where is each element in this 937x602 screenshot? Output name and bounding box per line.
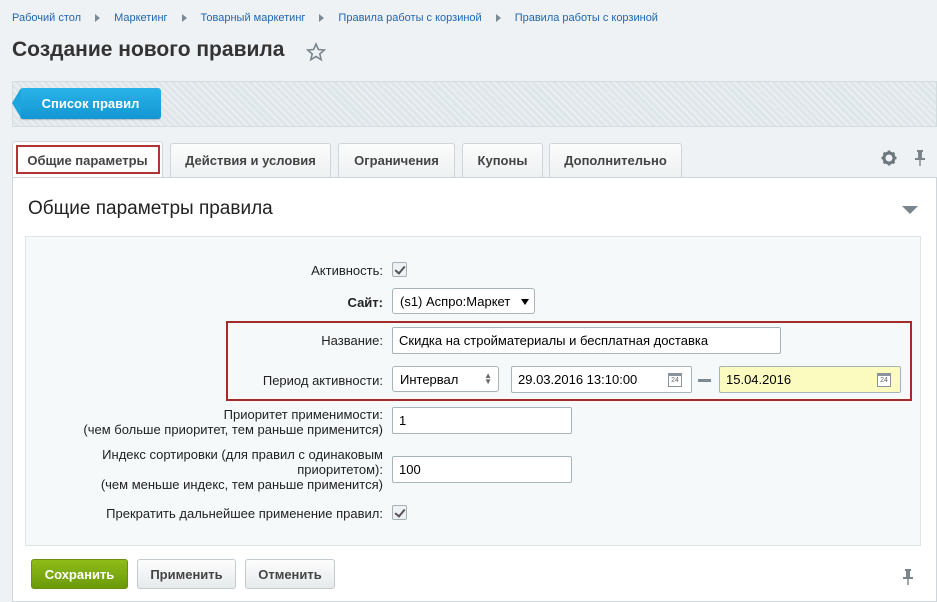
toolbar: Список правил: [12, 81, 937, 127]
name-label: Название:: [321, 333, 383, 348]
tab-general[interactable]: Общие параметры: [12, 141, 163, 178]
sort-label: Индекс сортировки (для правил с одинаков…: [101, 447, 383, 492]
tab-additional[interactable]: Дополнительно: [549, 143, 682, 177]
main-panel: Общие параметры правила Активность: Сайт…: [12, 177, 937, 602]
active-checkbox[interactable]: [392, 262, 407, 277]
tab-actions-conditions[interactable]: Действия и условия: [170, 143, 331, 177]
sort-label-line: приоритетом):: [297, 462, 383, 477]
tab-label: Действия и условия: [185, 153, 316, 168]
site-label: Сайт:: [347, 295, 383, 310]
gear-icon[interactable]: [881, 150, 897, 166]
priority-input[interactable]: 1: [392, 407, 572, 434]
calendar-icon[interactable]: 24: [877, 373, 891, 387]
dropdown-arrow-icon: [521, 299, 529, 305]
name-input[interactable]: Скидка на стройматериалы и бесплатная до…: [392, 327, 781, 354]
period-from-value: 29.03.2016 13:10:00: [518, 372, 638, 387]
breadcrumb-separator-icon: [181, 14, 187, 22]
site-select-value: (s1) Аспро:Маркет: [400, 293, 511, 309]
stop-further-checkbox[interactable]: [392, 505, 407, 520]
breadcrumb-separator-icon: [95, 14, 101, 22]
name-input-value: Скидка на стройматериалы и бесплатная до…: [399, 333, 709, 348]
breadcrumb-item[interactable]: Правила работы с корзиной: [515, 12, 658, 24]
stop-further-label: Прекратить дальнейшее применение правил:: [106, 506, 383, 521]
calendar-icon[interactable]: 24: [668, 373, 682, 387]
tab-bar: Общие параметры Действия и условия Огран…: [12, 141, 937, 178]
sort-hint: (чем меньше индекс, тем раньше применитс…: [100, 477, 383, 492]
site-select[interactable]: (s1) Аспро:Маркет: [392, 288, 535, 314]
cancel-button[interactable]: Отменить: [245, 559, 335, 589]
priority-label-line: Приоритет применимости:: [223, 407, 383, 422]
breadcrumb-separator-icon: [319, 14, 325, 22]
active-label: Активность:: [311, 263, 383, 278]
breadcrumb: Рабочий стол Маркетинг Товарный маркетин…: [12, 10, 658, 26]
breadcrumb-item[interactable]: Товарный маркетинг: [201, 12, 306, 24]
pin-icon[interactable]: [902, 569, 914, 585]
period-label: Период активности:: [262, 373, 383, 388]
period-from-input[interactable]: 29.03.2016 13:10:00 24: [511, 366, 692, 393]
rules-list-button[interactable]: Список правил: [12, 88, 161, 119]
pin-icon[interactable]: [913, 149, 927, 167]
tab-label: Ограничения: [354, 153, 439, 168]
sort-index-input[interactable]: 100: [392, 456, 572, 483]
form-box: Активность: Сайт: (s1) Аспро:Маркет Назв…: [25, 236, 921, 546]
collapse-icon[interactable]: [902, 206, 918, 214]
page-title: Создание нового правила: [12, 38, 285, 61]
tab-restrictions[interactable]: Ограничения: [338, 143, 455, 177]
tab-coupons[interactable]: Купоны: [462, 143, 543, 177]
apply-button[interactable]: Применить: [137, 559, 236, 589]
priority-label: Приоритет применимости: (чем больше прио…: [83, 407, 383, 437]
breadcrumb-separator-icon: [495, 14, 501, 22]
spinner-arrows-icon: ▲ ▼: [484, 371, 492, 386]
breadcrumb-item[interactable]: Маркетинг: [114, 12, 167, 24]
save-button[interactable]: Сохранить: [31, 559, 128, 589]
breadcrumb-item[interactable]: Рабочий стол: [12, 12, 81, 24]
period-type-select[interactable]: Интервал ▲ ▼: [392, 366, 499, 392]
priority-hint: (чем больше приоритет, тем раньше примен…: [83, 422, 383, 437]
priority-value: 1: [399, 413, 407, 428]
tab-highlight-frame: [16, 145, 160, 174]
period-to-value: 15.04.2016: [726, 372, 792, 387]
sort-index-value: 100: [399, 462, 421, 477]
period-to-input[interactable]: 15.04.2016 24: [719, 366, 901, 393]
section-title: Общие параметры правила: [28, 198, 273, 219]
range-dash: [698, 379, 711, 382]
period-type-value: Интервал: [400, 371, 459, 387]
tab-label: Дополнительно: [564, 153, 667, 168]
sort-label-line: Индекс сортировки (для правил с одинаков…: [102, 447, 383, 462]
star-icon[interactable]: [306, 42, 326, 62]
tab-label: Купоны: [477, 153, 528, 168]
breadcrumb-item[interactable]: Правила работы с корзиной: [338, 12, 481, 24]
